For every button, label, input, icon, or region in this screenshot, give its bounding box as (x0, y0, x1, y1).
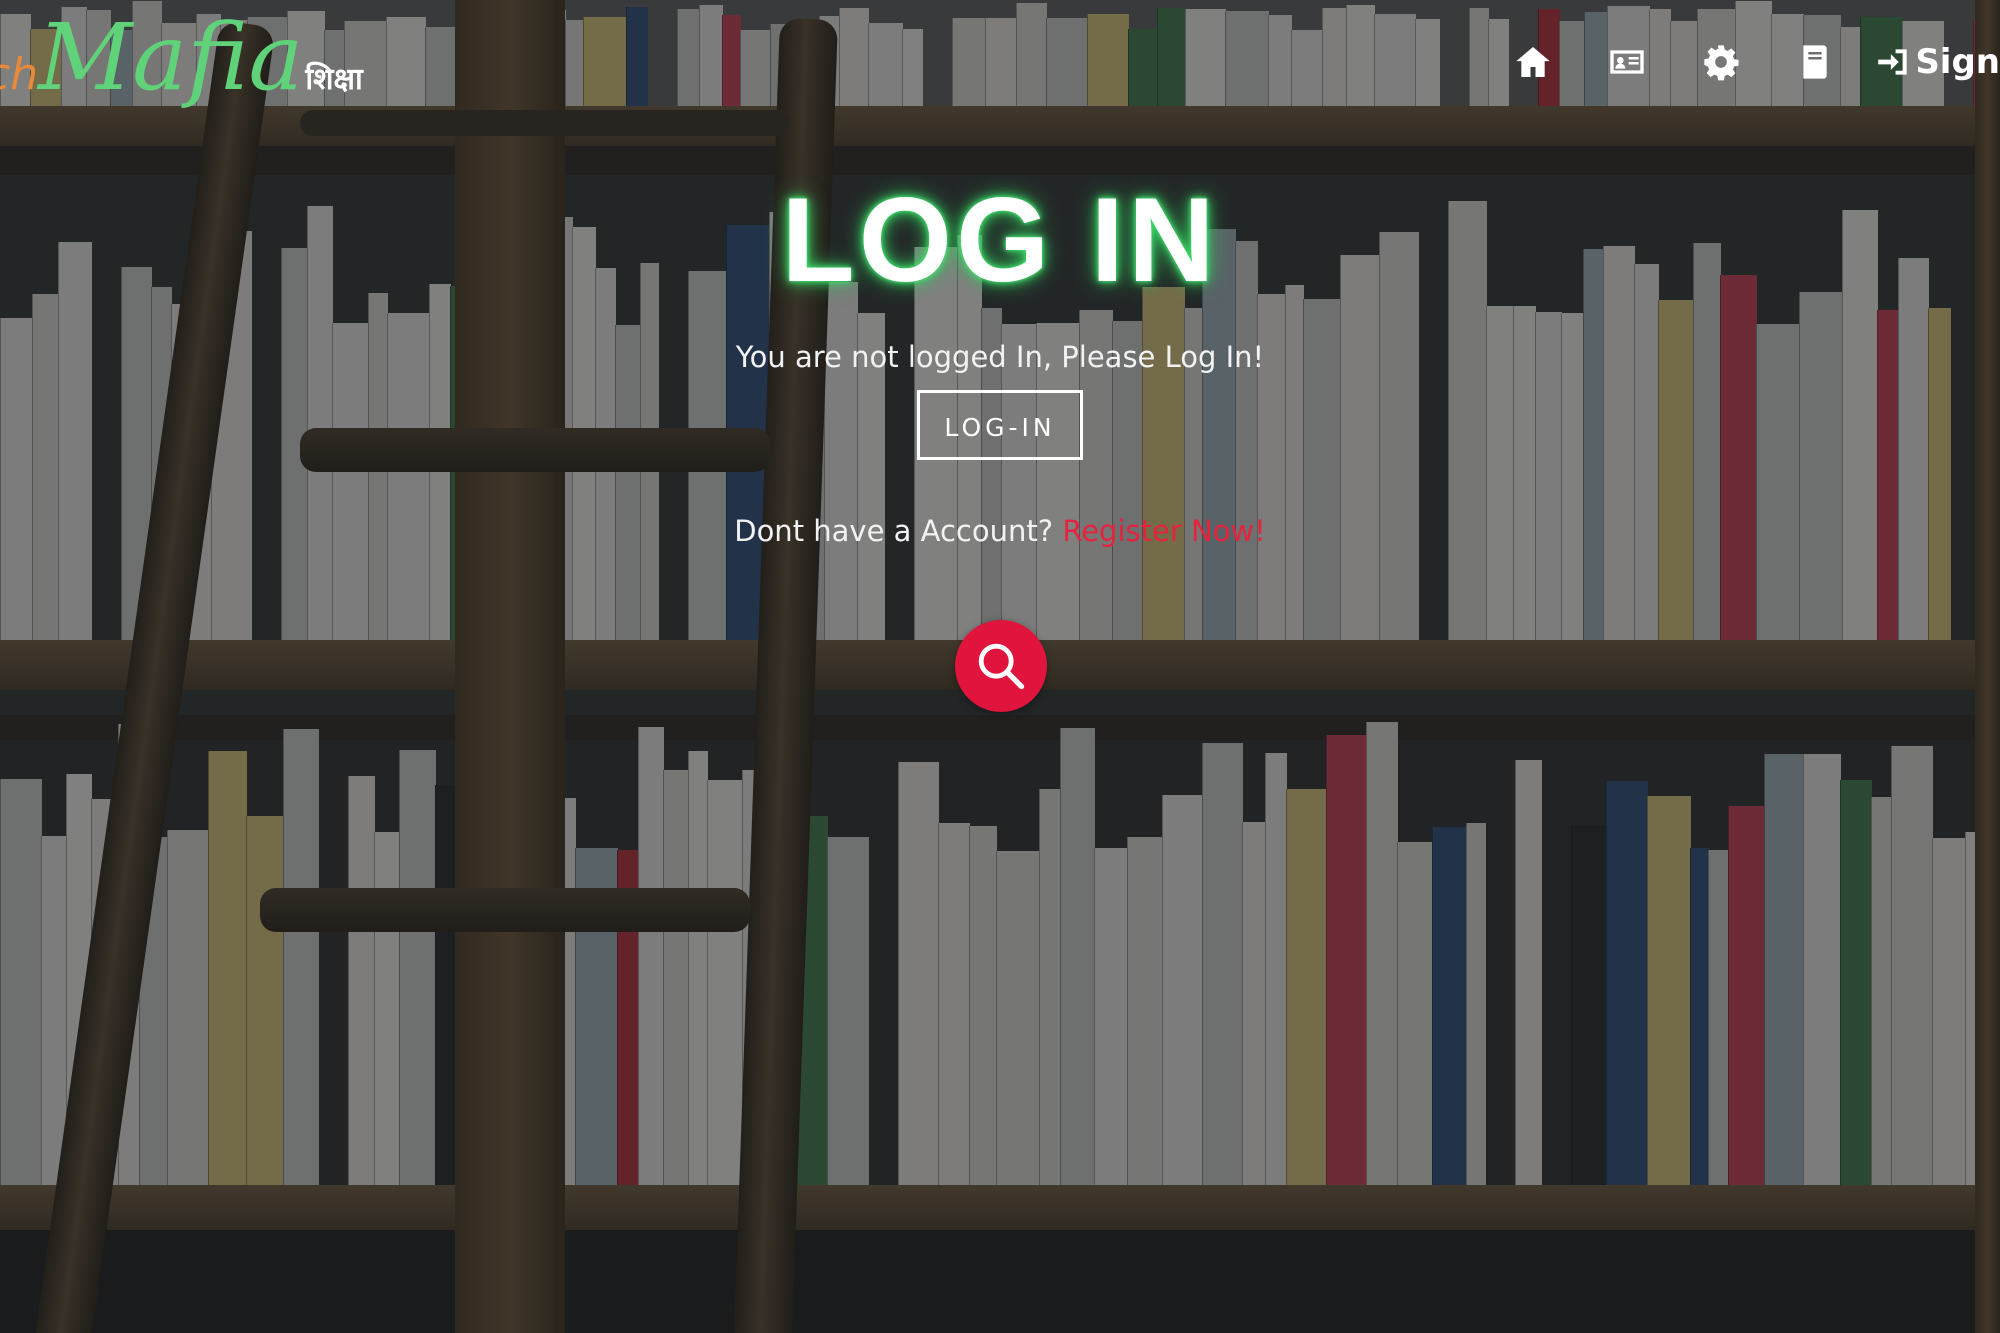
signin-label: Sign (1915, 42, 2000, 82)
id-card-icon[interactable] (1601, 40, 1653, 84)
gear-icon[interactable] (1695, 40, 1747, 84)
brand-suffix: शिक्षा (305, 62, 363, 97)
navbar: ch Mafia शिक्षा Sign (0, 0, 2000, 125)
brand-name: Mafia (38, 4, 304, 111)
brand-prefix: ch (0, 49, 39, 100)
page-title: LOG IN (781, 173, 1219, 307)
register-link[interactable]: Register Now! (1062, 514, 1265, 548)
sign-in-icon (1878, 49, 1907, 75)
search-icon (978, 643, 1025, 690)
login-panel: LOG IN You are not logged In, Please Log… (0, 160, 2000, 548)
brand-logo[interactable]: ch Mafia शिक्षा (0, 12, 363, 104)
register-line: Dont have a Account? Register Now! (0, 514, 2000, 548)
nav-icons: Sign (1465, 40, 2000, 84)
home-icon[interactable] (1507, 40, 1559, 84)
login-button[interactable]: LOG-IN (917, 390, 1083, 460)
signin-link[interactable]: Sign (1875, 42, 2000, 82)
register-prompt: Dont have a Account? (734, 514, 1054, 548)
search-button[interactable] (955, 620, 1047, 712)
book-icon[interactable] (1789, 40, 1841, 84)
login-notice: You are not logged In, Please Log In! (735, 340, 1265, 374)
